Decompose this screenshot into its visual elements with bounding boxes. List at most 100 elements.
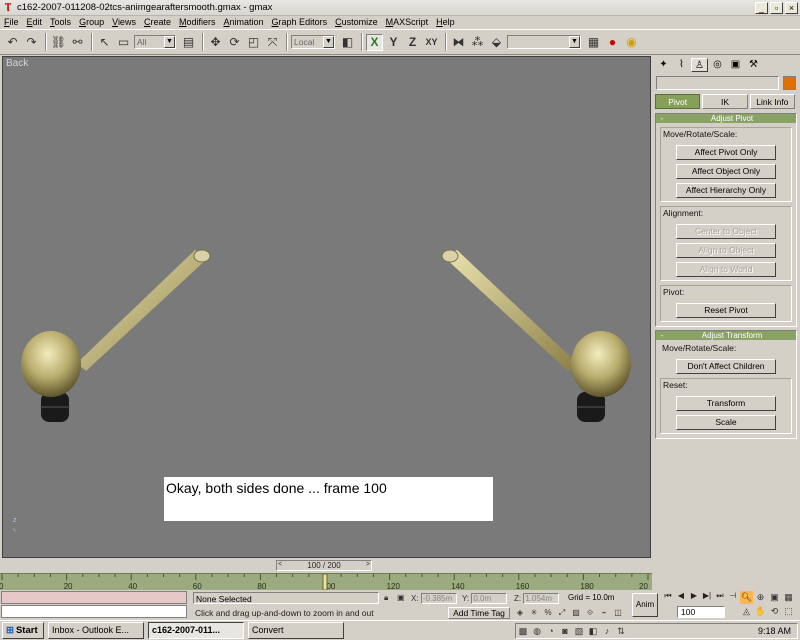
tray-app-icon[interactable]: ▧ bbox=[572, 626, 586, 637]
close-button[interactable]: × bbox=[785, 1, 798, 14]
menu-tools[interactable]: Tools bbox=[46, 16, 75, 29]
spinner-snap-icon[interactable]: ⤢ bbox=[556, 607, 568, 619]
create-tab-icon[interactable]: ✦ bbox=[655, 58, 672, 72]
dont-affect-children-button[interactable]: Don't Affect Children bbox=[676, 359, 776, 374]
window-crossing-icon[interactable]: ▨ bbox=[570, 607, 582, 619]
scale-button[interactable]: Scale bbox=[676, 415, 776, 430]
time-slider-thumb[interactable]: < 100 / 200 > bbox=[276, 560, 372, 571]
volume-icon[interactable]: ♪ bbox=[600, 626, 614, 636]
align-to-world-button[interactable]: Align to World bbox=[676, 262, 776, 277]
menu-create[interactable]: Create bbox=[140, 16, 175, 29]
center-to-object-button[interactable]: Center to Object bbox=[676, 224, 776, 239]
next-frame-icon[interactable]: ▶| bbox=[701, 590, 713, 601]
display-tab-icon[interactable]: ▣ bbox=[727, 58, 744, 72]
key-mode-toggle-icon[interactable]: ⊣ bbox=[727, 590, 739, 601]
maxscript-listener-field[interactable] bbox=[1, 591, 187, 604]
select-by-name-icon[interactable]: ▤ bbox=[180, 34, 197, 51]
tray-app-icon[interactable]: ◙ bbox=[558, 626, 572, 636]
menu-maxscript[interactable]: MAXScript bbox=[382, 16, 433, 29]
scale-icon[interactable]: ◰ bbox=[245, 34, 262, 51]
quick-render-icon[interactable]: ◉ bbox=[623, 34, 640, 51]
arc-rotate-icon[interactable]: ⟲ bbox=[768, 605, 781, 618]
redo-icon[interactable]: ↷ bbox=[23, 34, 40, 51]
adjust-pivot-header[interactable]: - Adjust Pivot bbox=[656, 114, 796, 123]
region-select-icon[interactable]: ▭ bbox=[115, 34, 132, 51]
percent-snap-icon[interactable]: % bbox=[542, 607, 554, 619]
minimize-button[interactable]: _ bbox=[755, 1, 768, 14]
lock-icon[interactable]: 🔒︎ bbox=[384, 593, 388, 603]
menu-modifiers[interactable]: Modifiers bbox=[175, 16, 220, 29]
maximize-viewport-icon[interactable]: ⬚ bbox=[782, 605, 795, 618]
render-icon[interactable]: ● bbox=[604, 34, 621, 51]
move-icon[interactable]: ✥ bbox=[207, 34, 224, 51]
menu-views[interactable]: Views bbox=[108, 16, 140, 29]
add-time-tag-button[interactable]: Add Time Tag bbox=[448, 607, 510, 619]
animate-button[interactable]: Anim bbox=[632, 593, 658, 617]
snap-toggle-icon[interactable]: ◈ bbox=[514, 607, 526, 619]
degradation-icon[interactable]: ⟐ bbox=[584, 607, 596, 619]
select-object-icon[interactable]: ↖ bbox=[96, 34, 113, 51]
tray-app-icon[interactable]: ◧ bbox=[586, 626, 600, 637]
coord-z-field[interactable]: 1.054m bbox=[523, 593, 560, 604]
axis-xy-button[interactable]: XY bbox=[423, 34, 440, 51]
menu-customize[interactable]: Customize bbox=[331, 16, 382, 29]
menu-group[interactable]: Group bbox=[75, 16, 108, 29]
menu-animation[interactable]: Animation bbox=[219, 16, 267, 29]
zoom-icon[interactable]: 🔍︎ bbox=[740, 591, 753, 604]
array-icon[interactable]: ⁂ bbox=[469, 34, 486, 51]
key-mode-icon[interactable]: ⌁ bbox=[598, 607, 610, 619]
goto-start-icon[interactable]: ⏮ bbox=[662, 590, 674, 601]
axis-y-button[interactable]: Y bbox=[385, 34, 402, 51]
goto-end-icon[interactable]: ⏭ bbox=[714, 590, 726, 601]
viewport-back[interactable]: Back Okay, both sides done ... frame 100… bbox=[2, 56, 651, 558]
affect-pivot-only-button[interactable]: Affect Pivot Only bbox=[676, 145, 776, 160]
coord-y-field[interactable]: 0.0m bbox=[471, 593, 508, 604]
selection-lock-icon[interactable]: ◫ bbox=[612, 607, 624, 619]
menu-edit[interactable]: Edit bbox=[23, 16, 47, 29]
axis-z-button[interactable]: Z bbox=[404, 34, 421, 51]
adjust-transform-header[interactable]: - Adjust Transform bbox=[656, 331, 796, 340]
taskbar-item-gmax[interactable]: c162-2007-011... bbox=[148, 622, 244, 639]
object-color-swatch[interactable] bbox=[783, 76, 796, 90]
axis-x-button[interactable]: X bbox=[366, 33, 383, 51]
reset-pivot-button[interactable]: Reset Pivot bbox=[676, 303, 776, 318]
maxscript-output-field[interactable] bbox=[1, 605, 187, 618]
fov-icon[interactable]: ◬ bbox=[740, 605, 753, 618]
align-to-object-button[interactable]: Align to Object bbox=[676, 243, 776, 258]
menu-file[interactable]: File bbox=[0, 16, 23, 29]
taskbar-item-convert[interactable]: Convert bbox=[248, 622, 344, 639]
zoom-extents-icon[interactable]: ▣ bbox=[768, 591, 781, 604]
tab-pivot[interactable]: Pivot bbox=[655, 94, 701, 109]
menu-help[interactable]: Help bbox=[432, 16, 459, 29]
current-frame-field[interactable]: 100 bbox=[677, 606, 725, 618]
taskbar-item-outlook[interactable]: Inbox - Outlook E... bbox=[48, 622, 144, 639]
prev-frame-icon[interactable]: ◀ bbox=[675, 590, 687, 601]
play-icon[interactable]: ▶ bbox=[688, 590, 700, 601]
coord-x-field[interactable]: -0.385m bbox=[420, 593, 457, 604]
chevron-right-icon[interactable]: > bbox=[366, 561, 370, 568]
undo-icon[interactable]: ↶ bbox=[4, 34, 21, 51]
absolute-mode-icon[interactable]: ▣ bbox=[397, 593, 405, 602]
rotate-icon[interactable]: ⟳ bbox=[226, 34, 243, 51]
modify-tab-icon[interactable]: ⌇ bbox=[673, 58, 690, 72]
named-selection-dropdown[interactable]: ▼ bbox=[507, 35, 581, 49]
angle-snap-icon[interactable]: ✳ bbox=[528, 607, 540, 619]
align-icon[interactable]: ⬙ bbox=[488, 34, 505, 51]
material-editor-icon[interactable]: ▦ bbox=[585, 34, 602, 51]
pivot-center-icon[interactable]: ◧ bbox=[339, 34, 356, 51]
track-bar[interactable]: 0 20 40 60 80 100 120 140 160 180 20 bbox=[0, 573, 652, 591]
tray-app-icon[interactable]: ◍ bbox=[530, 626, 544, 637]
zoom-all-icon[interactable]: ⊕ bbox=[754, 591, 767, 604]
pan-icon[interactable]: ✋ bbox=[754, 605, 767, 618]
reference-coord-dropdown[interactable]: Local ▼ bbox=[291, 35, 335, 49]
affect-object-only-button[interactable]: Affect Object Only bbox=[676, 164, 776, 179]
mirror-icon[interactable]: ⧓ bbox=[450, 34, 467, 51]
utilities-tab-icon[interactable]: ⚒ bbox=[745, 58, 762, 72]
transform-button[interactable]: Transform bbox=[676, 396, 776, 411]
link-icon[interactable]: ⛓ bbox=[50, 34, 67, 51]
network-icon[interactable]: ⇅ bbox=[614, 626, 628, 637]
zoom-extents-all-icon[interactable]: ▦ bbox=[782, 591, 795, 604]
object-name-field[interactable] bbox=[656, 76, 779, 90]
start-button[interactable]: ⊞ Start bbox=[2, 622, 44, 639]
motion-tab-icon[interactable]: ◎ bbox=[709, 58, 726, 72]
